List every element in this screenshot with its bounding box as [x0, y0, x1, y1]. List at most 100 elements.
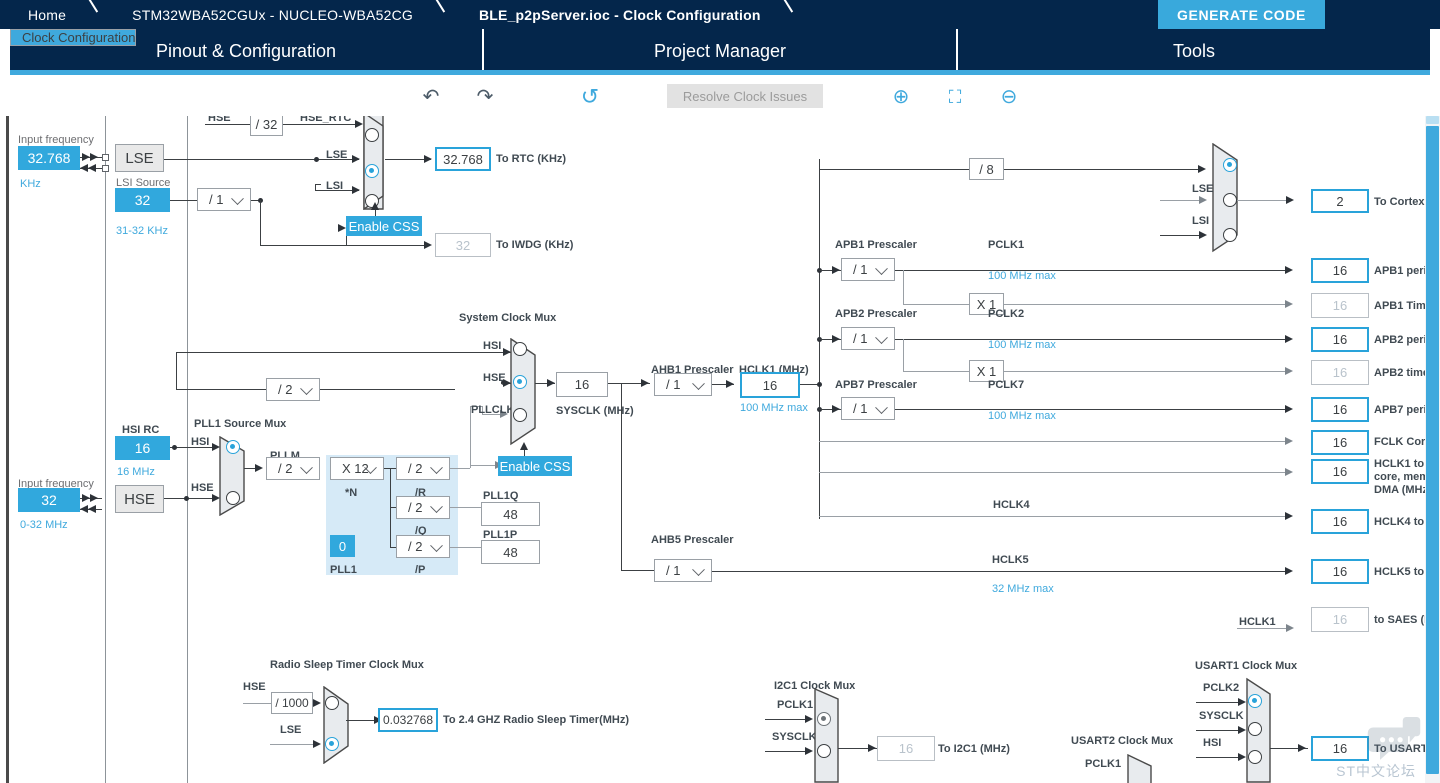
- hse-input-frequency-field[interactable]: 32: [18, 488, 80, 512]
- to-rtc-value[interactable]: 32.768: [435, 147, 491, 171]
- output-value-hclk5[interactable]: 16: [1311, 559, 1369, 584]
- output-value-fclk[interactable]: 16: [1311, 430, 1369, 455]
- watermark-text: ST中文论坛: [1336, 763, 1416, 779]
- sysmux-radio-hse[interactable]: [513, 375, 527, 389]
- i2c1-mux-radio-sysclk[interactable]: [817, 744, 831, 758]
- radio-sleep-timer-value[interactable]: 0.032768: [378, 708, 438, 732]
- breadcrumb-item-home[interactable]: Home: [0, 0, 84, 29]
- cortex-mux-radio-div8[interactable]: [1223, 158, 1237, 172]
- output-value-hclk4[interactable]: 16: [1311, 509, 1369, 534]
- pll1p-value[interactable]: 48: [481, 540, 540, 564]
- resolve-clock-issues-button[interactable]: Resolve Clock Issues: [667, 84, 823, 108]
- to-usart1-value[interactable]: 16: [1311, 736, 1369, 761]
- cortex-mux-radio-lse[interactable]: [1223, 193, 1237, 207]
- lse-input-frequency-field[interactable]: 32.768: [18, 146, 80, 170]
- hclk1-value[interactable]: 16: [740, 372, 800, 398]
- sysclk-enable-css-button[interactable]: Enable CSS: [498, 456, 572, 476]
- apb7-prescaler-select[interactable]: / 1: [841, 397, 895, 420]
- chevron-down-icon: [300, 381, 313, 395]
- wire: [621, 383, 622, 570]
- tab-tools[interactable]: Tools: [958, 29, 1430, 74]
- apb1-prescaler-select[interactable]: / 1: [841, 258, 895, 281]
- rtc-enable-css-button[interactable]: Enable CSS: [346, 216, 422, 236]
- undo-icon[interactable]: ↶: [418, 85, 444, 109]
- wire: [903, 270, 904, 304]
- wire-lse: [164, 159, 359, 160]
- tab-project-manager[interactable]: Project Manager: [484, 29, 958, 74]
- reset-icon[interactable]: ↺: [577, 85, 603, 109]
- pll1-source-mux-title: PLL1 Source Mux: [194, 418, 287, 430]
- radio-mux-radio-hse[interactable]: [325, 696, 339, 710]
- to-cortex-value[interactable]: 2: [1311, 189, 1369, 213]
- ahb5-prescaler-select[interactable]: / 1: [654, 559, 712, 582]
- sysclk-value[interactable]: 16: [556, 372, 608, 397]
- pllq-select[interactable]: / 2: [396, 496, 450, 519]
- rtc-mux-radio-lse[interactable]: [365, 164, 379, 178]
- output-value-apb1-periph[interactable]: 16: [1311, 258, 1369, 283]
- pll1-fractional-value[interactable]: 0: [330, 535, 355, 557]
- output-value-hclk1-ahb1[interactable]: 16: [1311, 459, 1369, 484]
- to-i2c1-label: To I2C1 (MHz): [938, 743, 1010, 755]
- output-value-apb1-timer: 16: [1311, 293, 1369, 318]
- i2c1-clock-mux[interactable]: [814, 681, 846, 783]
- arrow: [80, 163, 88, 172]
- lse-source-box[interactable]: LSE: [115, 144, 164, 172]
- sysmux-radio-pllclk[interactable]: [513, 408, 527, 422]
- usart1-mux-radio-sysclk[interactable]: [1248, 722, 1262, 736]
- output-value-apb7-periph[interactable]: 16: [1311, 397, 1369, 422]
- usart2-clock-mux[interactable]: [1127, 754, 1157, 783]
- lsi-value-field[interactable]: 32: [115, 188, 170, 212]
- plln-select[interactable]: X 12: [330, 457, 384, 480]
- usart1-mux-radio-hsi[interactable]: [1248, 750, 1262, 764]
- hse-input-range: 0-32 MHz: [20, 519, 68, 531]
- chevron-down-icon: [430, 538, 443, 552]
- wire: [270, 744, 313, 745]
- usart2-mux-title: USART2 Clock Mux: [1071, 735, 1174, 747]
- zoom-out-icon[interactable]: ⊖: [996, 85, 1022, 109]
- rtc-mux-radio-hserc[interactable]: [365, 128, 379, 142]
- pll1-mux-radio-hse[interactable]: [226, 491, 240, 505]
- cortex-mux-radio-lsi[interactable]: [1223, 228, 1237, 242]
- lsi-divider-select[interactable]: / 1: [197, 188, 251, 211]
- radio-mux-radio-lse[interactable]: [325, 737, 339, 751]
- clock-tree-canvas[interactable]: Input frequency 32.768 KHz LSE LSI Sourc…: [0, 116, 1440, 783]
- to-iwdg-value: 32: [435, 233, 491, 257]
- apb1-prescaler-value: / 1: [853, 262, 868, 277]
- pll1-mux-radio-hsi[interactable]: [226, 440, 240, 454]
- arrow: [1285, 404, 1293, 413]
- hse-source-box[interactable]: HSE: [115, 485, 164, 513]
- i2c1-mux-radio-pclk1[interactable]: [817, 712, 831, 726]
- arrow: [1198, 164, 1206, 173]
- scrollbar-thumb[interactable]: [1426, 126, 1439, 774]
- wire: [1196, 702, 1242, 703]
- hsi-rc-value[interactable]: 16: [115, 436, 170, 460]
- apb2-prescaler-select[interactable]: / 1: [841, 327, 895, 350]
- arrow: [1298, 743, 1306, 752]
- arrow: [805, 746, 813, 755]
- arrow: [82, 493, 90, 502]
- output-value-apb2-periph[interactable]: 16: [1311, 327, 1369, 352]
- hsi-rc-range: 16 MHz: [117, 466, 155, 478]
- pll-prediv-select[interactable]: / 2: [266, 378, 320, 401]
- chat-bubble-icon[interactable]: [1366, 715, 1422, 761]
- zoom-in-icon[interactable]: ⊕: [888, 85, 914, 109]
- hsi-rc-label: HSI RC: [122, 424, 160, 436]
- ahb1-prescaler-select[interactable]: / 1: [654, 373, 712, 396]
- tab-clock-configuration[interactable]: Clock Configuration: [10, 29, 137, 46]
- generate-code-button[interactable]: GENERATE CODE: [1158, 0, 1325, 29]
- pll1q-value[interactable]: 48: [481, 502, 540, 526]
- breadcrumb-item-current[interactable]: BLE_p2pServer.ioc - Clock Configuration: [457, 0, 779, 29]
- sysmux-radio-hsi[interactable]: [513, 342, 527, 356]
- usart1-mux-sysclk-label: SYSCLK: [1199, 710, 1244, 722]
- fit-to-screen-icon[interactable]: ⛶: [942, 85, 968, 109]
- usart1-mux-radio-pclk2[interactable]: [1248, 694, 1262, 708]
- pllr-select[interactable]: / 2: [396, 457, 450, 480]
- breadcrumb-item-device[interactable]: STM32WBA52CGUx - NUCLEO-WBA52CG: [110, 0, 431, 29]
- pllm-select[interactable]: / 2: [266, 457, 320, 480]
- arrow: [1285, 467, 1293, 476]
- pllp-select[interactable]: / 2: [396, 535, 450, 558]
- redo-icon[interactable]: ↷: [472, 85, 498, 109]
- lse-unit-label: KHz: [20, 178, 41, 190]
- canvas-vertical-scrollbar[interactable]: [1425, 116, 1440, 783]
- arrow: [1238, 697, 1246, 706]
